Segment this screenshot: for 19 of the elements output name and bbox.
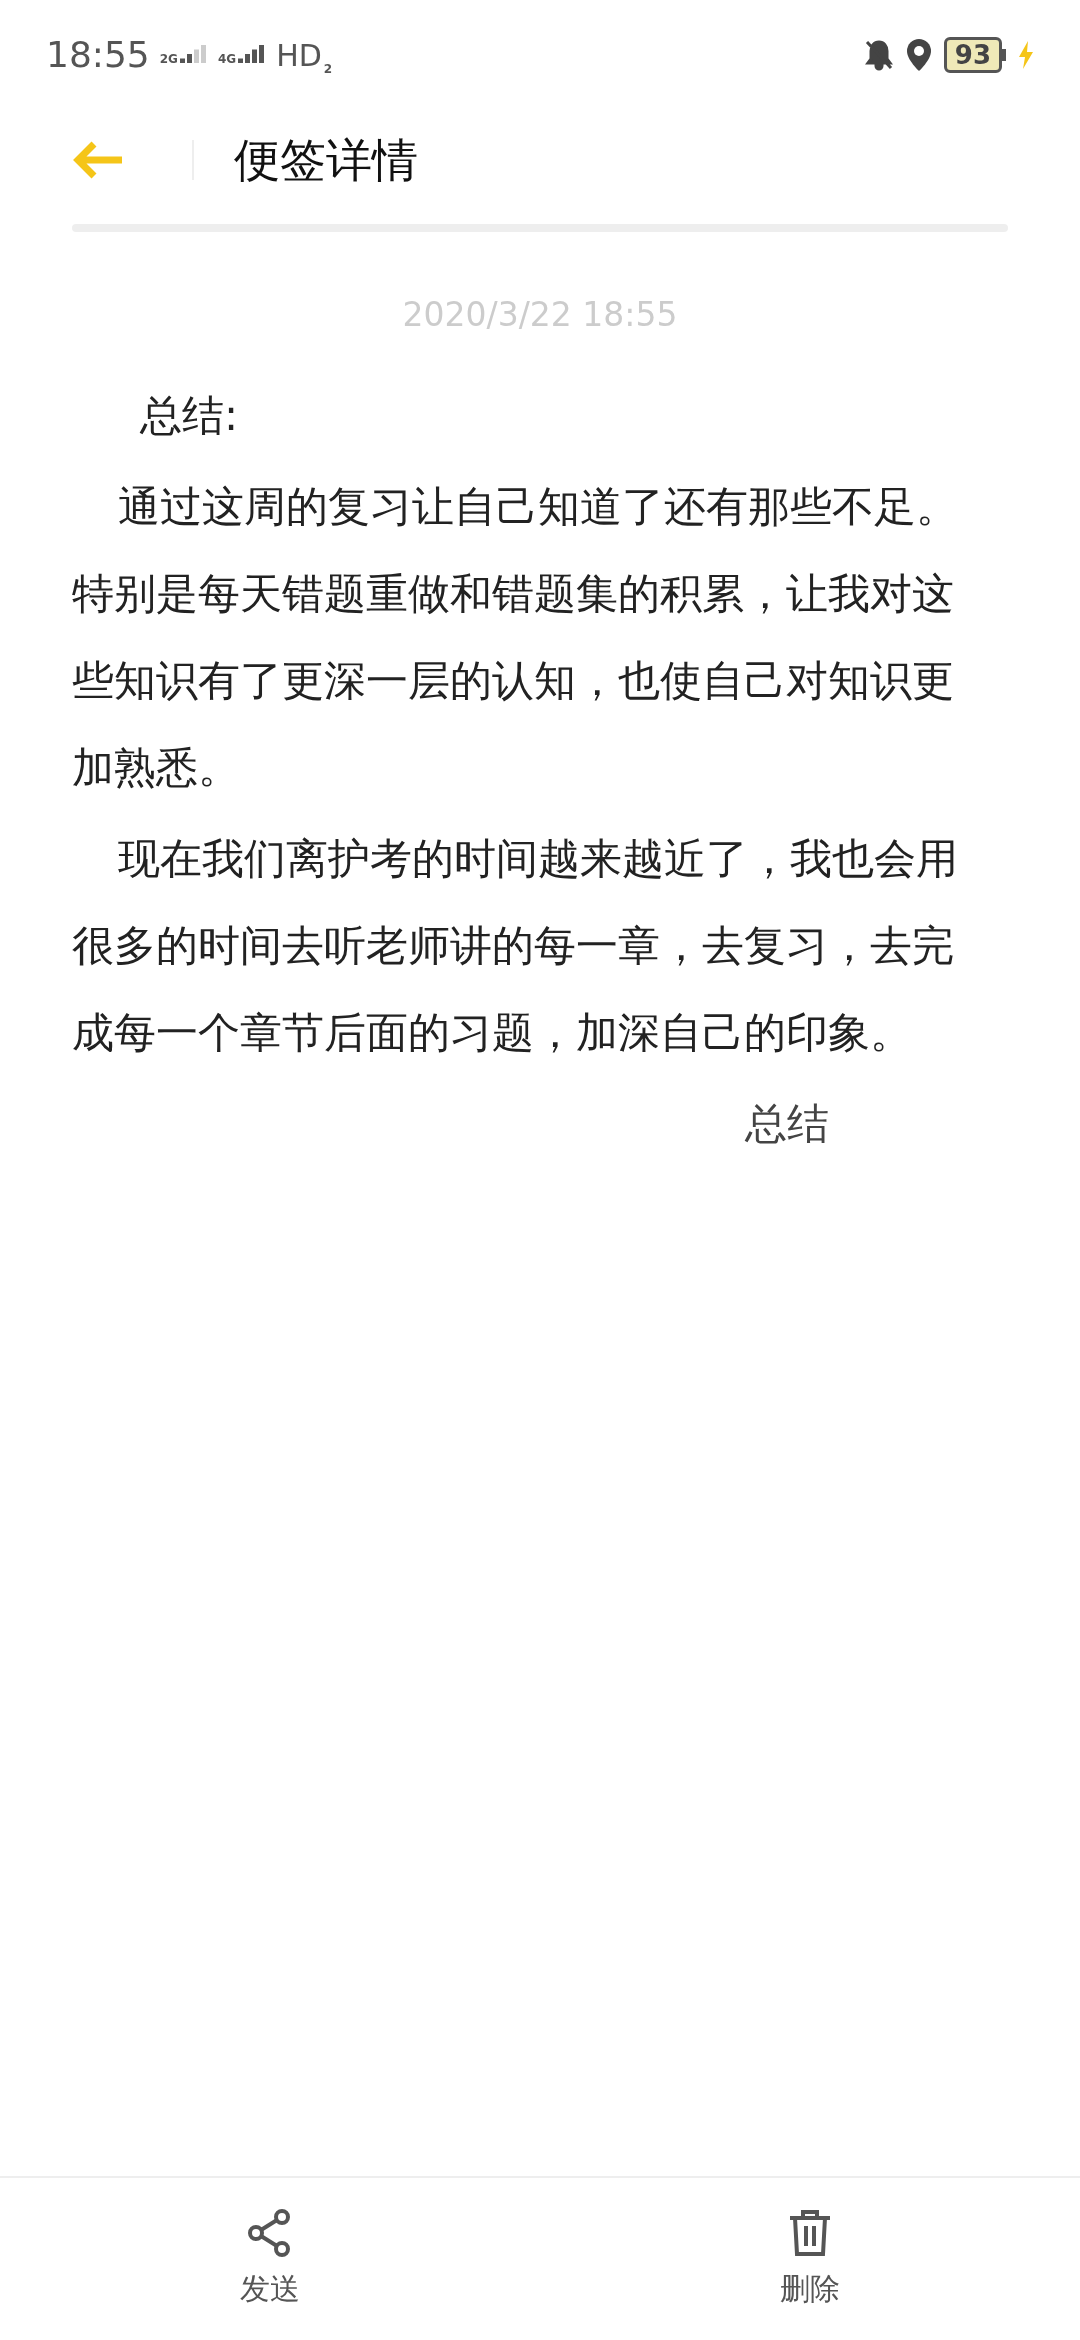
note-paragraph: 现在我们离护考的时间越来越近了，我也会用很多的时间去听老师讲的每一章，去复习，去完成每一个章节后面的习题，加深自己的印象。 — [72, 832, 960, 1059]
note-heading: 总结: — [139, 389, 240, 442]
location-icon — [905, 38, 932, 72]
back-arrow-icon[interactable] — [72, 140, 124, 180]
network-type: 2G — [159, 53, 178, 65]
clock-time: 18:55 — [46, 33, 150, 77]
hd-label: HD — [276, 36, 322, 75]
hd-slot: 2 — [323, 60, 333, 78]
page-title: 便签详情 — [234, 131, 418, 189]
battery-level: 93 — [943, 37, 1002, 73]
note-signature: 总结 — [745, 1097, 829, 1150]
bell-off-icon — [863, 39, 894, 71]
signal-icon — [179, 45, 208, 65]
delete-button[interactable]: 删除 — [540, 2178, 1080, 2340]
trash-icon — [787, 2207, 833, 2258]
network-type: 4G — [217, 53, 237, 65]
send-button[interactable]: 发送 — [0, 2178, 540, 2340]
note-paragraph: 通过这周的复习让自己知道了还有那些不足。特别是每天错题重做和错题集的积累，让我对这些知识有了更深一层的认知，也使自己对知识更加熟悉。 — [72, 480, 960, 794]
signal-icon — [238, 45, 267, 65]
